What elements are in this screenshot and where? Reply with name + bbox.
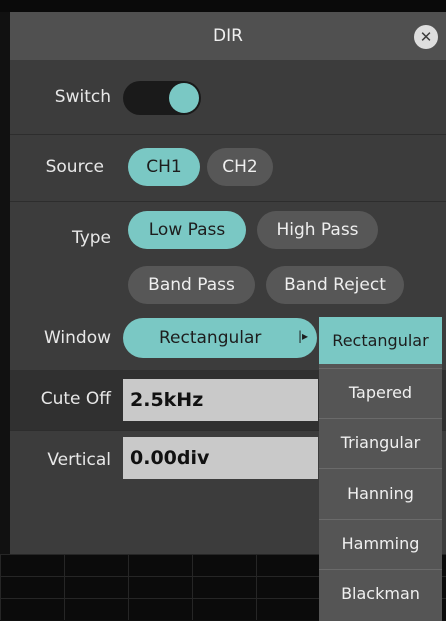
menu-divider [319,468,442,469]
vertical-label: Vertical [47,450,111,470]
divider [10,201,446,202]
source-option-ch2[interactable]: CH2 [207,148,273,186]
switch-knob [169,83,199,113]
window-dropdown-menu: Rectangular Tapered Triangular Hanning H… [319,317,442,621]
type-option-band-pass[interactable]: Band Pass [128,266,255,304]
scope-background-top [0,0,446,12]
menu-item-blackman[interactable]: Blackman [319,570,442,617]
vertical-field[interactable]: 0.00div [123,437,318,479]
type-option-high-pass[interactable]: High Pass [257,211,378,249]
source-label: Source [45,157,104,177]
menu-item-hamming[interactable]: Hamming [319,520,442,567]
type-option-band-reject[interactable]: Band Reject [266,266,404,304]
source-option-ch1[interactable]: CH1 [128,148,200,186]
window-label: Window [43,328,111,348]
type-label: Type [71,228,111,248]
switch-toggle[interactable] [123,81,201,115]
cutoff-label: Cute Off [40,389,111,409]
menu-item-hanning[interactable]: Hanning [319,470,442,517]
close-icon: ✕ [419,28,433,46]
window-select[interactable]: Rectangular |▸ [123,318,317,358]
menu-item-rectangular[interactable]: Rectangular [319,317,442,364]
cutoff-field[interactable]: 2.5kHz [123,379,318,421]
dropdown-arrow-icon: |▸ [298,329,309,343]
divider [10,134,446,135]
panel-title: DIR [213,26,243,46]
close-button[interactable]: ✕ [414,25,438,49]
menu-item-triangular[interactable]: Triangular [319,419,442,466]
window-selected-value: Rectangular [159,328,262,348]
type-option-low-pass[interactable]: Low Pass [128,211,246,249]
menu-item-tapered[interactable]: Tapered [319,369,442,416]
switch-label: Switch [54,87,111,107]
panel-title-bar: DIR ✕ [10,12,446,60]
